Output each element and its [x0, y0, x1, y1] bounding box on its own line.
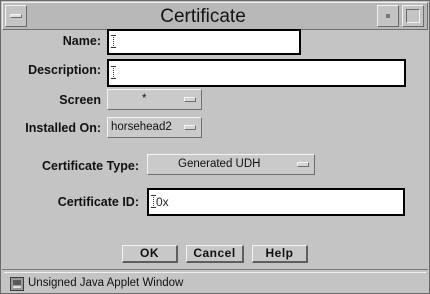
installed-on-value: horsehead2 — [111, 121, 172, 133]
minimize-icon — [386, 14, 390, 18]
installed-on-option-menu[interactable]: horsehead2 — [107, 117, 202, 138]
text-cursor-icon — [111, 35, 118, 48]
status-text: Unsigned Java Applet Window — [28, 277, 184, 289]
cancel-button[interactable]: Cancel — [186, 245, 244, 263]
ok-button[interactable]: OK — [122, 245, 178, 263]
certificate-type-value: Generated UDH — [178, 158, 261, 170]
certificate-id-label: Certificate ID: — [57, 195, 139, 209]
status-bar: Unsigned Java Applet Window — [2, 269, 428, 293]
maximize-icon — [406, 9, 420, 23]
option-menu-indicator-icon — [297, 162, 309, 167]
screen-value: * — [142, 93, 147, 105]
description-field[interactable] — [107, 59, 406, 87]
name-field[interactable] — [107, 29, 301, 55]
minimize-button[interactable] — [377, 5, 399, 27]
option-menu-indicator-icon — [184, 97, 196, 102]
window-menu-icon — [10, 14, 22, 18]
title-bar[interactable]: Certificate — [2, 2, 428, 30]
screen-option-menu[interactable]: * — [107, 89, 202, 110]
help-button[interactable]: Help — [252, 245, 308, 263]
name-label: Name: — [62, 34, 101, 48]
window-title: Certificate — [160, 6, 246, 27]
option-menu-indicator-icon — [184, 125, 196, 130]
certificate-type-label: Certificate Type: — [41, 159, 139, 173]
certificate-id-field[interactable]: 0x — [147, 188, 405, 216]
certificate-type-option-menu[interactable]: Generated UDH — [147, 154, 315, 175]
screen-label: Screen — [59, 93, 101, 107]
certificate-dialog: Certificate Name: Description: Screen * … — [0, 0, 430, 294]
description-label: Description: — [28, 63, 101, 77]
certificate-id-value: 0x — [156, 195, 169, 209]
window-menu-button[interactable] — [5, 5, 27, 27]
java-coffee-cup-icon — [10, 277, 24, 291]
maximize-button[interactable] — [402, 5, 424, 27]
text-cursor-icon — [111, 66, 118, 79]
installed-on-label: Installed On: — [25, 121, 101, 135]
